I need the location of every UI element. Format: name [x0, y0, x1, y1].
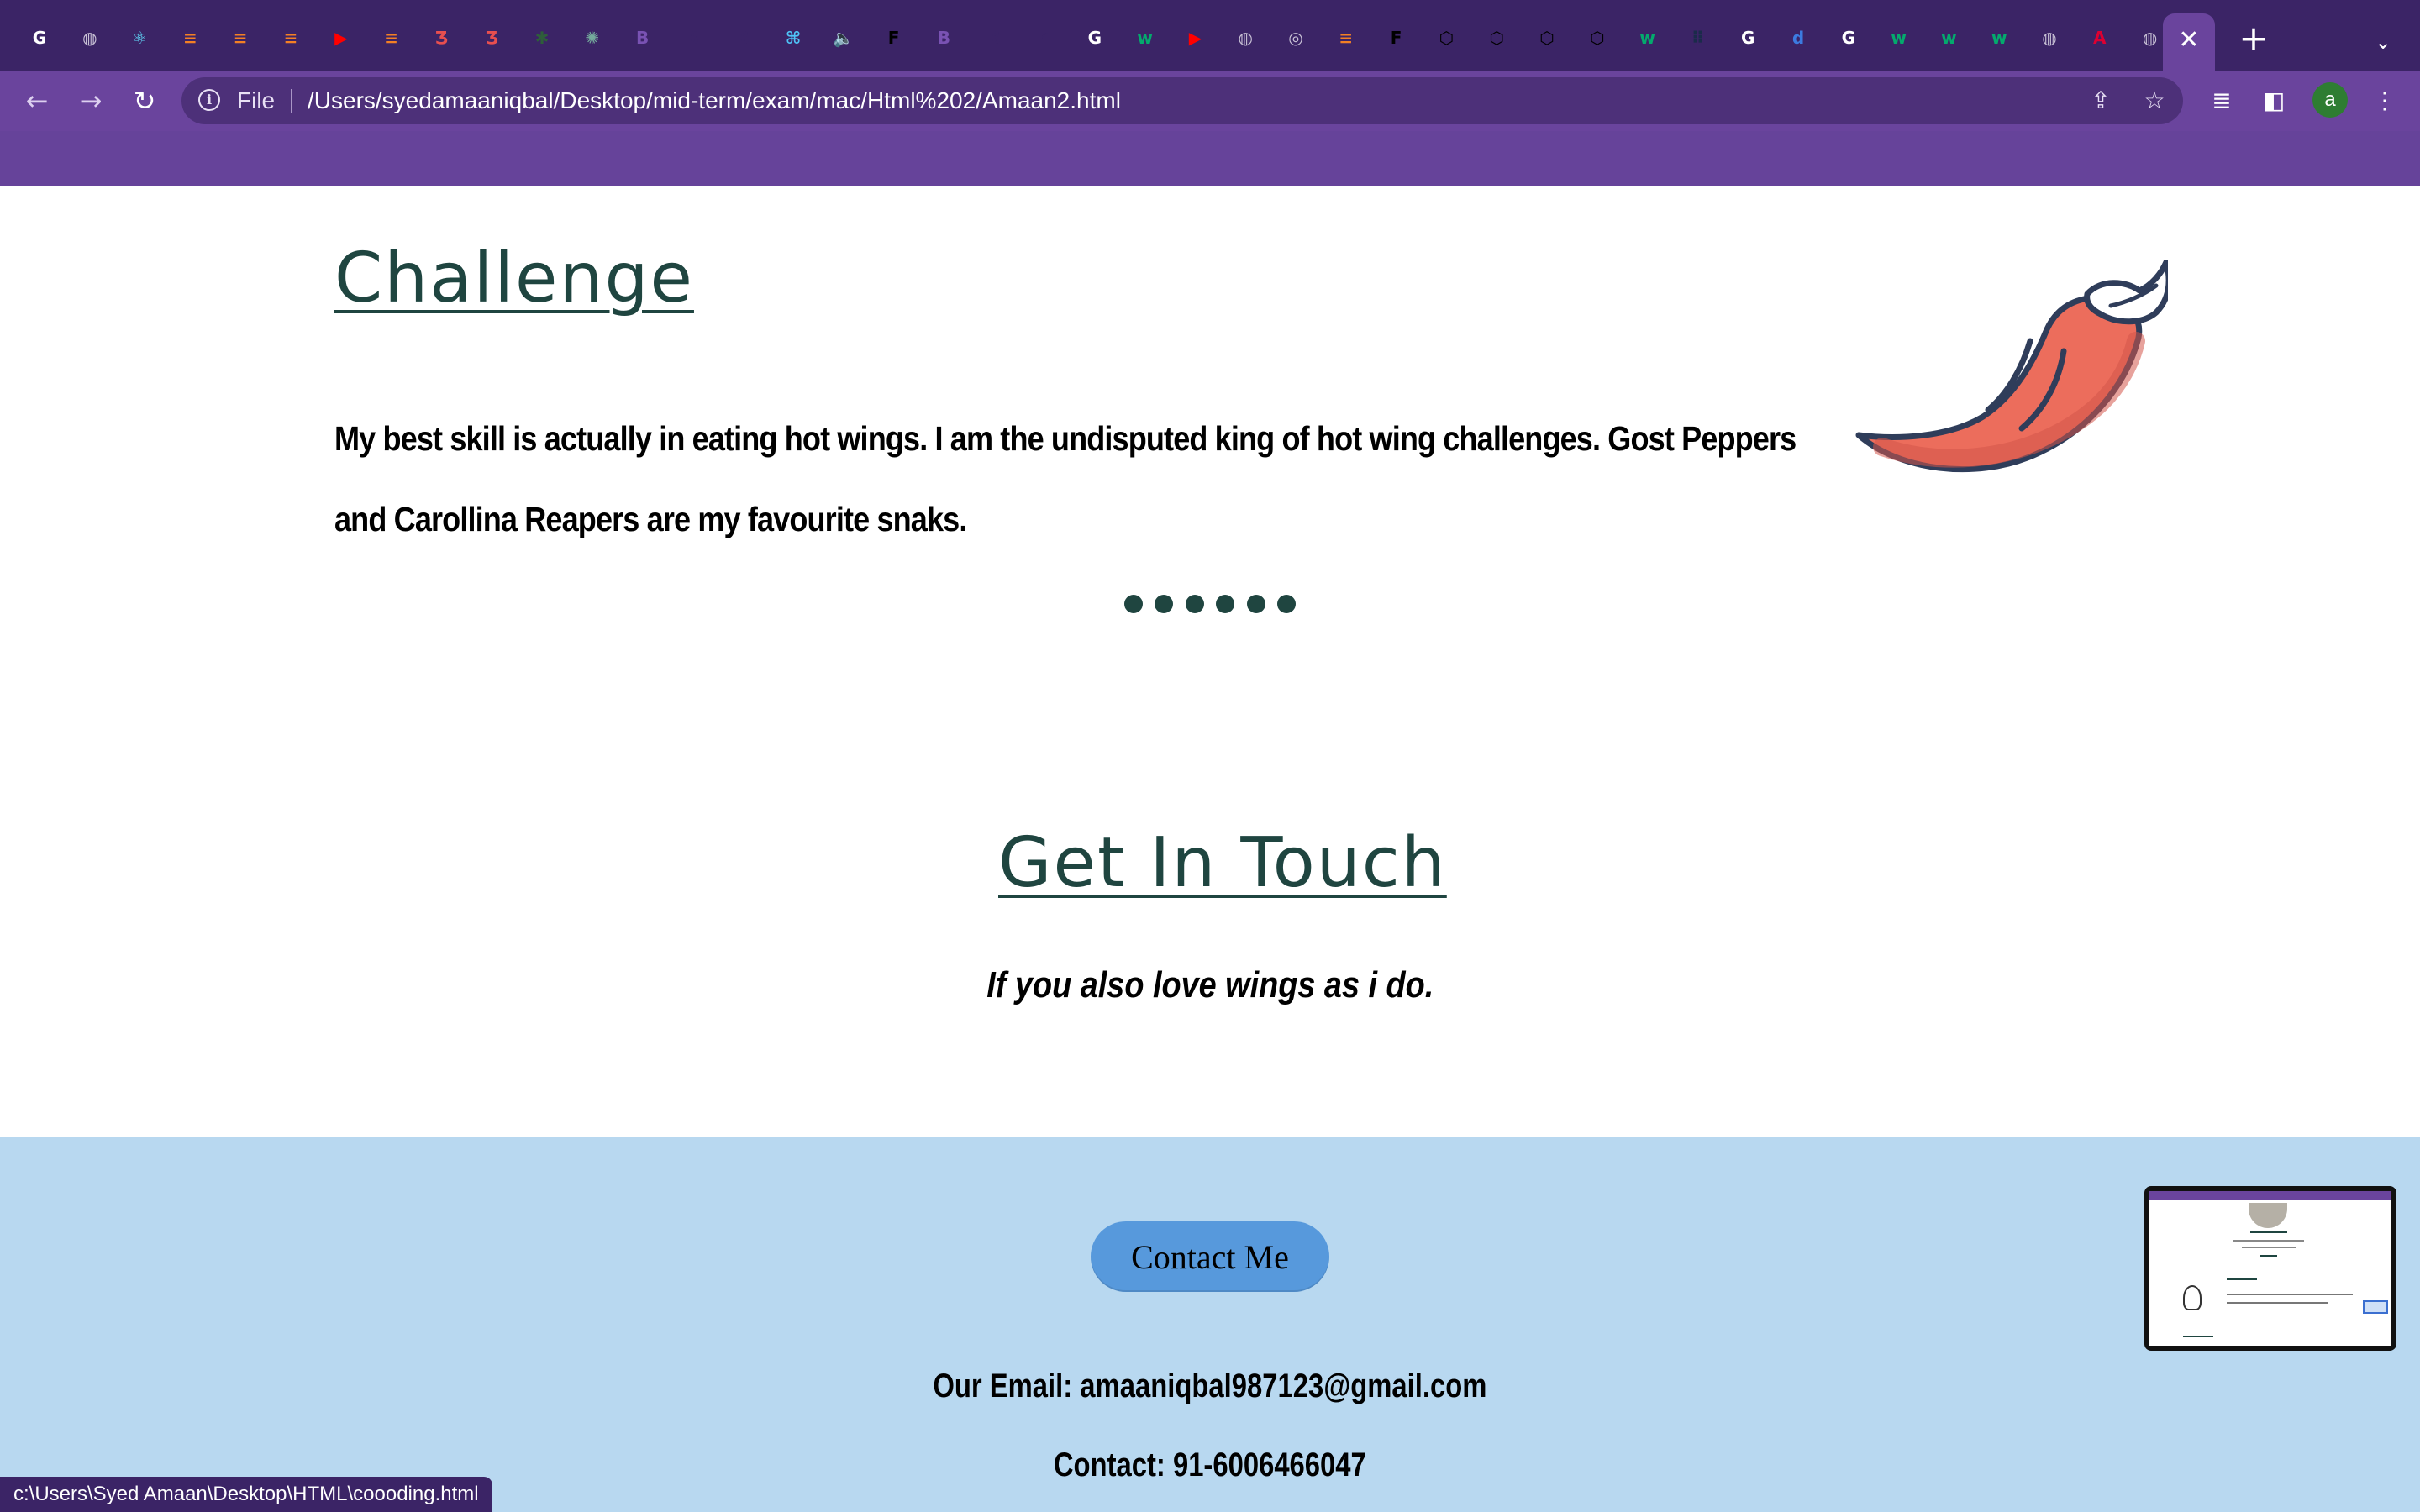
- color-palette-icon[interactable]: Ʒ: [479, 25, 504, 50]
- bootstrap-icon[interactable]: B: [931, 25, 956, 50]
- angular-icon[interactable]: A: [2087, 25, 2112, 50]
- bold-b-icon[interactable]: B: [981, 25, 1007, 50]
- speaker-icon[interactable]: 🔈: [831, 25, 856, 50]
- w3schools-icon[interactable]: w: [1133, 25, 1158, 50]
- profile-avatar[interactable]: a: [2312, 82, 2348, 118]
- preview-heading: [2183, 1336, 2213, 1337]
- share-icon[interactable]: ⇪: [2084, 84, 2118, 118]
- globe-icon[interactable]: ◍: [2138, 25, 2163, 50]
- preview-line: [2227, 1294, 2353, 1295]
- preview-dots: [2260, 1255, 2277, 1257]
- globe-icon[interactable]: ◍: [1233, 25, 1258, 50]
- dictionary-d-icon[interactable]: d: [1786, 25, 1811, 50]
- divider-dot: [1246, 595, 1265, 613]
- contact-me-button[interactable]: Contact Me: [1091, 1221, 1329, 1292]
- divider-dot: [1216, 595, 1235, 613]
- media-controls-icon[interactable]: ≣: [2205, 84, 2238, 118]
- youtube-icon[interactable]: ▶: [1182, 25, 1207, 50]
- subtitle-text: If you also love wings as i do.: [986, 964, 1434, 1005]
- stackoverflow-icon[interactable]: ≡: [177, 25, 203, 50]
- browser-menu-icon[interactable]: ⋮: [2368, 84, 2402, 118]
- stackoverflow-icon[interactable]: ≡: [1334, 25, 1359, 50]
- globe-icon[interactable]: ◍: [77, 25, 103, 50]
- loading-spinner-icon[interactable]: ◜: [1032, 25, 1057, 50]
- preview-line: [2227, 1302, 2328, 1304]
- google-icon[interactable]: G: [1836, 25, 1861, 50]
- chili-pepper-icon: [1855, 260, 2168, 473]
- info-icon[interactable]: i: [198, 89, 220, 111]
- close-tab-icon[interactable]: ✕: [2176, 24, 2202, 57]
- divider-dot: [1277, 595, 1296, 613]
- codepen-icon[interactable]: ⬡: [1585, 25, 1610, 50]
- preview-name: [2250, 1231, 2287, 1233]
- email-text: Our Email: amaaniqbal987123@gmail.com: [933, 1368, 1487, 1404]
- preview-page: [2149, 1191, 2391, 1346]
- site-header-band: [0, 131, 2420, 186]
- dots-grid-icon[interactable]: ⠿: [1685, 25, 1710, 50]
- screen-preview-thumbnail[interactable]: [2144, 1186, 2396, 1351]
- new-tab-button[interactable]: +: [2237, 21, 2270, 56]
- stackoverflow-icon[interactable]: ≡: [228, 25, 253, 50]
- tab-search-chevron-icon[interactable]: ⌄: [2366, 25, 2400, 59]
- preview-bulb-icon: [2183, 1285, 2202, 1310]
- section-divider-dots: [1124, 595, 1297, 615]
- color-palette-icon[interactable]: Ʒ: [429, 25, 454, 50]
- w3schools-icon[interactable]: w: [1635, 25, 1660, 50]
- divider-dot: [1155, 595, 1174, 613]
- youtube-icon[interactable]: ▶: [329, 25, 354, 50]
- bold-b-icon[interactable]: B: [730, 25, 755, 50]
- globe-icon[interactable]: ◍: [2037, 25, 2062, 50]
- framer-f-icon[interactable]: F: [881, 25, 907, 50]
- footer: Contact Me Our Email: amaaniqbal987123@g…: [0, 1137, 2420, 1512]
- challenge-paragraph: My best skill is actually in eating hot …: [334, 419, 1797, 538]
- url-text[interactable]: /Users/syedamaaniqbal/Desktop/mid-term/e…: [308, 77, 1121, 124]
- scheme-label: File: [237, 87, 276, 113]
- codepen-icon[interactable]: ⬡: [1434, 25, 1459, 50]
- framer-f-icon[interactable]: F: [1384, 25, 1409, 50]
- challenge-heading: Challenge: [334, 239, 694, 318]
- preview-line: [2242, 1247, 2296, 1248]
- preview-avatar: [2249, 1203, 2287, 1228]
- bootstrap-icon[interactable]: B: [630, 25, 655, 50]
- preview-heading: [2227, 1278, 2257, 1280]
- w3schools-icon[interactable]: w: [1936, 25, 1961, 50]
- get-in-touch-heading: Get In Touch: [998, 823, 1447, 903]
- codepen-icon[interactable]: ⬡: [1484, 25, 1509, 50]
- bold-b-icon[interactable]: B: [680, 25, 705, 50]
- back-button[interactable]: ←: [20, 84, 54, 118]
- stackoverflow-icon[interactable]: ≡: [379, 25, 404, 50]
- preview-toolbar: [2149, 1191, 2391, 1200]
- google-icon[interactable]: G: [1082, 25, 1107, 50]
- link-status-bar: c:\Users\Syed Amaan\Desktop\HTML\cooodin…: [0, 1477, 492, 1512]
- reload-button[interactable]: ↻: [128, 84, 161, 118]
- plant-icon[interactable]: ✱: [529, 25, 555, 50]
- preview-line: [2233, 1240, 2304, 1242]
- divider-dot: [1185, 595, 1204, 613]
- w3schools-icon[interactable]: w: [1886, 25, 1912, 50]
- browser-toolbar: ← → ↻ i File /Users/syedamaaniqbal/Deskt…: [0, 71, 2420, 131]
- address-bar[interactable]: i File /Users/syedamaaniqbal/Desktop/mid…: [182, 77, 2183, 124]
- side-panel-icon[interactable]: ◧: [2257, 84, 2291, 118]
- get-in-touch-subtitle: If you also love wings as i do.: [0, 964, 2420, 1006]
- w3schools-icon[interactable]: w: [1986, 25, 2012, 50]
- phone-text: Contact: 91-6006466047: [1054, 1446, 1366, 1483]
- bookmark-star-icon[interactable]: ☆: [2138, 84, 2171, 118]
- chatgpt-icon[interactable]: ✺: [580, 25, 605, 50]
- codepen-icon[interactable]: ⬡: [1534, 25, 1560, 50]
- stackoverflow-icon[interactable]: ≡: [278, 25, 303, 50]
- preview-pip-icon: [2363, 1300, 2388, 1314]
- omnibox-divider: [291, 89, 292, 113]
- google-icon[interactable]: G: [1735, 25, 1760, 50]
- codesandbox-icon[interactable]: ⌘: [781, 25, 806, 50]
- react-icon[interactable]: ⚛: [128, 25, 153, 50]
- chrome-icon[interactable]: ◎: [1283, 25, 1308, 50]
- forward-button[interactable]: →: [74, 84, 108, 118]
- divider-dot: [1124, 595, 1143, 613]
- tab-strip: G ◍ ⚛ ≡ ≡ ≡ ▶ ≡ Ʒ Ʒ ✱ ✺ B B B ⌘ 🔈 F B B ◜ Gw ▶ ◍ ◎ ≡ F ⬡ ⬡ ⬡ ⬡ w ⠿ Gd Gw w w…: [0, 0, 2420, 71]
- footer-email: Our Email: amaaniqbal987123@gmail.com: [0, 1368, 2420, 1405]
- google-icon[interactable]: G: [27, 25, 52, 50]
